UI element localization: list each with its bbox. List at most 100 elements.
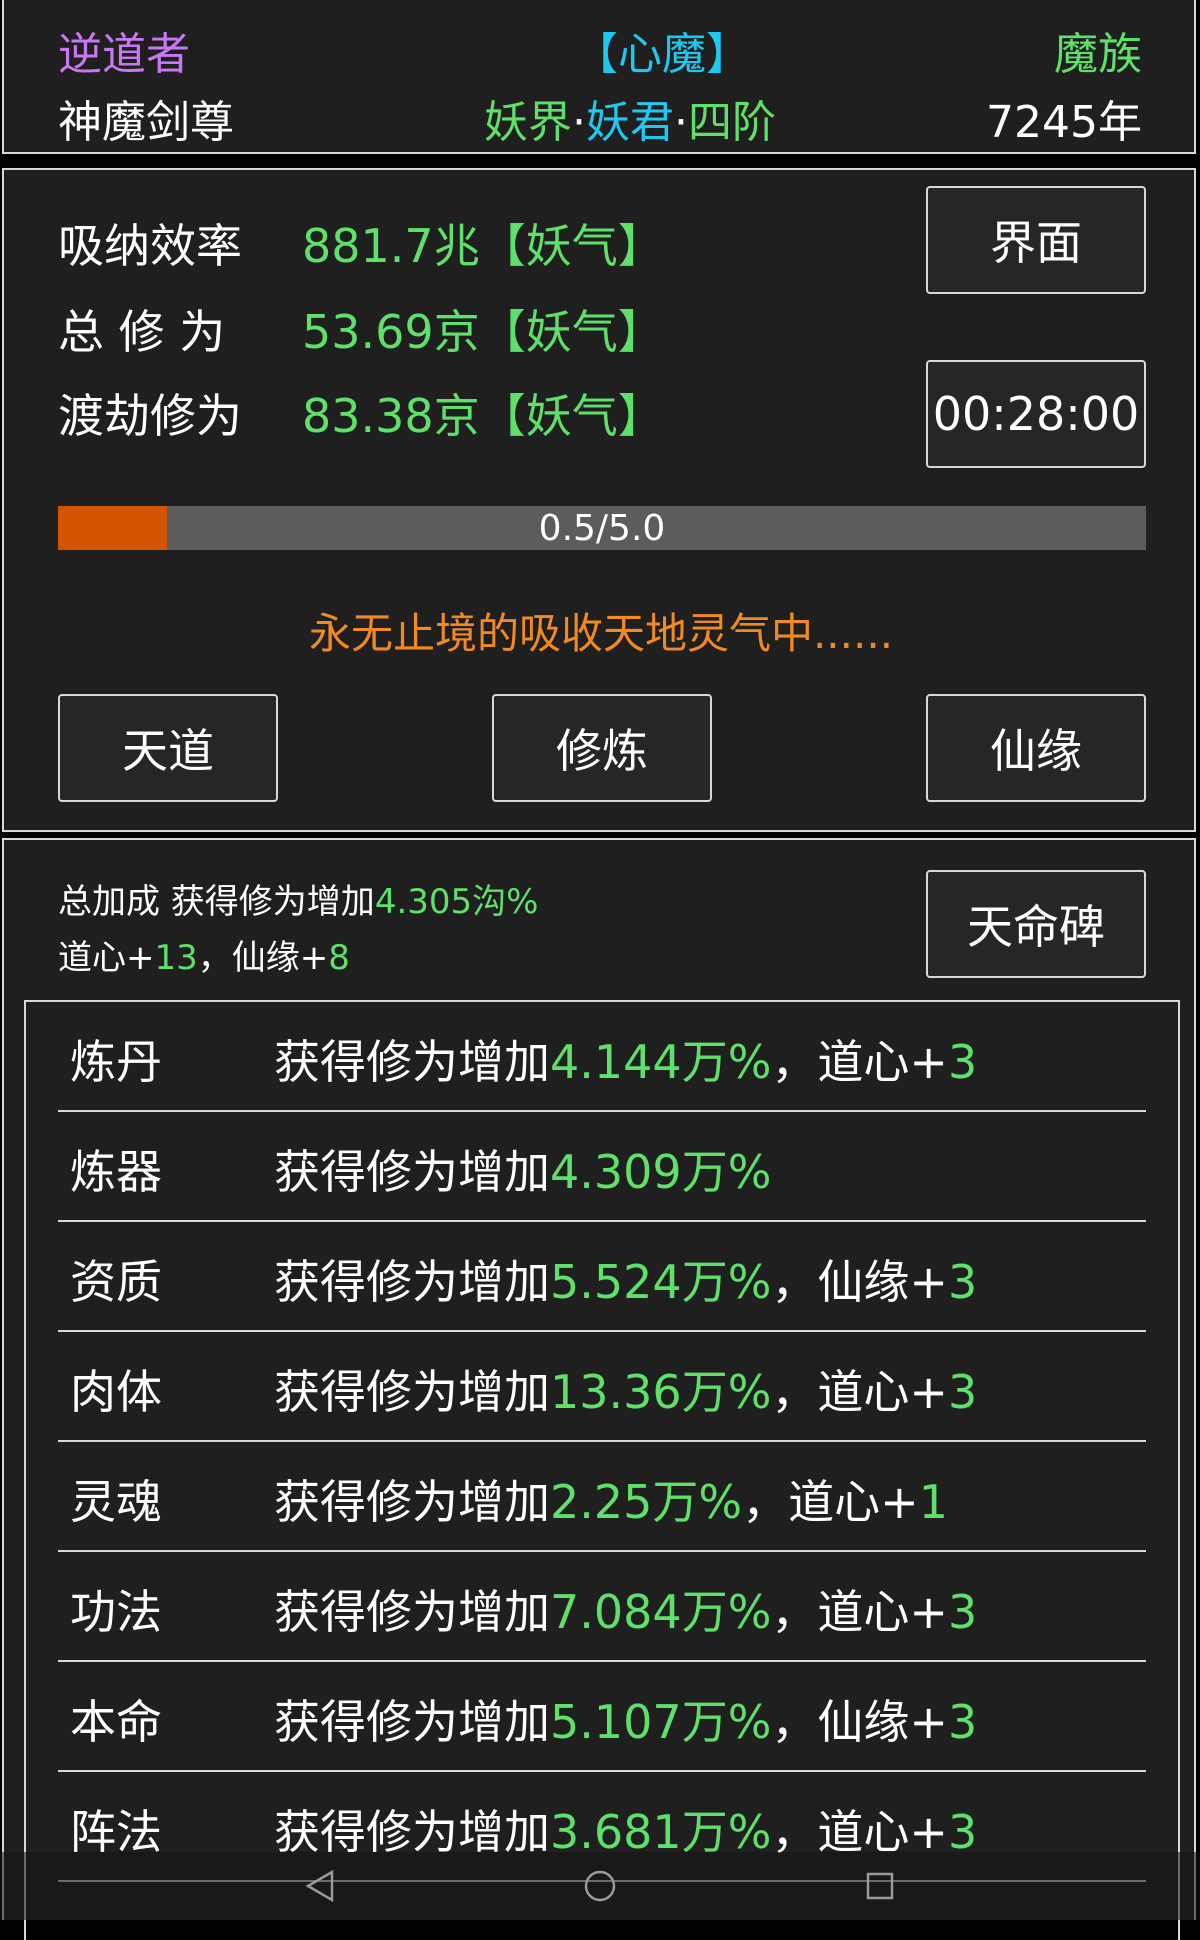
bonus-row-linghun[interactable]: 灵魂 获得修为增加2.25万%，道心+1: [58, 1442, 1146, 1552]
row-extra: 仙缘+: [817, 1255, 948, 1309]
row-prefix: 获得修为增加: [274, 1365, 550, 1419]
summary-xianyuan-value: 8: [328, 938, 350, 978]
row-name: 本命: [70, 1695, 162, 1749]
row-sep: ，: [742, 1475, 789, 1529]
row-sep: ，: [771, 1805, 818, 1859]
row-extra-value: 3: [947, 1695, 978, 1749]
row-extra-value: 3: [947, 1035, 978, 1089]
summary-xianyuan-label: 仙缘+: [231, 938, 329, 978]
stat-value-efficiency: 881.7兆【妖气】: [302, 219, 664, 273]
realm-sep-2: ·: [674, 97, 688, 148]
row-desc: 获得修为增加2.25万%，道心+1: [274, 1466, 948, 1532]
row-prefix: 获得修为增加: [274, 1255, 550, 1309]
bonus-table: 炼丹 获得修为增加4.144万%，道心+3 炼器 获得修为增加4.309万% 资…: [24, 1000, 1180, 1940]
row-desc: 获得修为增加4.309万%: [274, 1136, 771, 1202]
stat-label-tribulation: 渡劫修为: [58, 389, 242, 443]
row-sep: ，: [771, 1695, 818, 1749]
row-value: 5.524万%: [550, 1255, 772, 1309]
xianyuan-button[interactable]: 仙缘: [926, 694, 1146, 802]
header-panel: 逆道者 【心魔】 魔族 神魔剑尊 妖界·妖君·四阶 7245年: [2, 0, 1196, 154]
row-extra: 仙缘+: [817, 1695, 948, 1749]
row-value: 5.107万%: [550, 1695, 772, 1749]
row-value: 3.681万%: [550, 1805, 772, 1859]
row-extra-value: 1: [918, 1475, 948, 1529]
stat-label-efficiency: 吸纳效率: [58, 219, 242, 273]
bonus-row-liandan[interactable]: 炼丹 获得修为增加4.144万%，道心+3: [58, 1002, 1146, 1112]
status-message: 永无止境的吸收天地灵气中......: [308, 609, 894, 658]
row-prefix: 获得修为增加: [274, 1585, 550, 1639]
home-icon[interactable]: [582, 1868, 618, 1904]
row-extra: 道心+: [817, 1035, 948, 1089]
interface-button[interactable]: 界面: [926, 186, 1146, 294]
row-desc: 获得修为增加5.107万%，仙缘+3: [274, 1686, 977, 1752]
row-desc: 获得修为增加7.084万%，道心+3: [274, 1576, 977, 1642]
row-name: 肉体: [70, 1365, 162, 1419]
row-sep: ，: [771, 1365, 818, 1419]
row-prefix: 获得修为增加: [274, 1805, 550, 1859]
cultivate-button[interactable]: 修炼: [492, 694, 712, 802]
back-icon[interactable]: [302, 1868, 338, 1904]
summary-line-1: 总加成 获得修为增加4.305沟%: [58, 874, 538, 923]
row-value: 4.309万%: [550, 1145, 772, 1199]
status-tag: 【心魔】: [574, 29, 750, 80]
row-name: 功法: [70, 1585, 162, 1639]
timer-button[interactable]: 00:28:00: [926, 360, 1146, 468]
summary-separator: ，: [197, 938, 232, 978]
row-desc: 获得修为增加5.524万%，仙缘+3: [274, 1246, 977, 1312]
row-sep: ，: [771, 1585, 818, 1639]
realm-world: 妖界: [484, 97, 572, 148]
row-extra-value: 3: [947, 1365, 978, 1419]
row-desc: 获得修为增加4.144万%，道心+3: [274, 1026, 977, 1092]
cultivation-progress-bar: 0.5/5.0: [58, 506, 1146, 550]
row-value: 7.084万%: [550, 1585, 772, 1639]
row-desc: 获得修为增加13.36万%，道心+3: [274, 1356, 977, 1422]
row-sep: ，: [771, 1035, 818, 1089]
row-name: 资质: [70, 1255, 162, 1309]
progress-text: 0.5/5.0: [538, 507, 666, 549]
row-extra: 道心+: [788, 1475, 919, 1529]
row-value: 13.36万%: [550, 1365, 772, 1419]
summary-line-2: 道心+13，仙缘+8: [58, 930, 350, 979]
row-value: 4.144万%: [550, 1035, 772, 1089]
row-extra: 道心+: [817, 1585, 948, 1639]
row-prefix: 获得修为增加: [274, 1695, 550, 1749]
tiandao-button[interactable]: 天道: [58, 694, 278, 802]
cultivation-panel: 吸纳效率 881.7兆【妖气】 总 修 为 53.69京【妖气】 渡劫修为 83…: [2, 168, 1196, 832]
age-label: 7245年: [986, 97, 1142, 148]
row-extra: 道心+: [817, 1365, 948, 1419]
stat-value-total: 53.69京【妖气】: [302, 305, 664, 359]
bonus-row-gongfa[interactable]: 功法 获得修为增加7.084万%，道心+3: [58, 1552, 1146, 1662]
bonus-row-lianqi[interactable]: 炼器 获得修为增加4.309万%: [58, 1112, 1146, 1222]
race-label: 魔族: [1054, 29, 1142, 80]
system-nav-bar: [0, 1852, 1200, 1920]
row-extra-value: 3: [947, 1585, 978, 1639]
summary-total-value: 4.305沟%: [374, 882, 539, 922]
row-extra-value: 3: [947, 1255, 978, 1309]
summary-prefix: 总加成 获得修为增加: [58, 882, 375, 922]
tianming-stele-button[interactable]: 天命碑: [926, 870, 1146, 978]
bonus-panel: 总加成 获得修为增加4.305沟% 道心+13，仙缘+8 天命碑 炼丹 获得修为…: [2, 838, 1196, 1940]
bonus-row-benming[interactable]: 本命 获得修为增加5.107万%，仙缘+3: [58, 1662, 1146, 1772]
row-prefix: 获得修为增加: [274, 1145, 550, 1199]
summary-daoxin-label: 道心+: [58, 938, 155, 978]
bonus-row-routi[interactable]: 肉体 获得修为增加13.36万%，道心+3: [58, 1332, 1146, 1442]
realm-label: 妖界·妖君·四阶: [484, 86, 776, 150]
row-extra-value: 3: [947, 1805, 978, 1859]
stat-value-tribulation: 83.38京【妖气】: [302, 389, 664, 443]
row-prefix: 获得修为增加: [274, 1035, 550, 1089]
realm-rank: 妖君: [586, 97, 674, 148]
row-prefix: 获得修为增加: [274, 1475, 550, 1529]
player-title: 神魔剑尊: [58, 97, 234, 148]
row-name: 炼丹: [70, 1035, 162, 1089]
realm-sep-1: ·: [572, 97, 586, 148]
row-extra: 道心+: [817, 1805, 948, 1859]
game-title: 逆道者: [58, 29, 190, 80]
recents-icon[interactable]: [862, 1868, 898, 1904]
row-name: 灵魂: [70, 1475, 162, 1529]
row-value: 2.25万%: [550, 1475, 743, 1529]
realm-stage: 四阶: [688, 97, 776, 148]
row-sep: ，: [771, 1255, 818, 1309]
stat-label-total: 总 修 为: [58, 305, 226, 359]
summary-daoxin-value: 13: [154, 938, 198, 978]
bonus-row-zizhi[interactable]: 资质 获得修为增加5.524万%，仙缘+3: [58, 1222, 1146, 1332]
